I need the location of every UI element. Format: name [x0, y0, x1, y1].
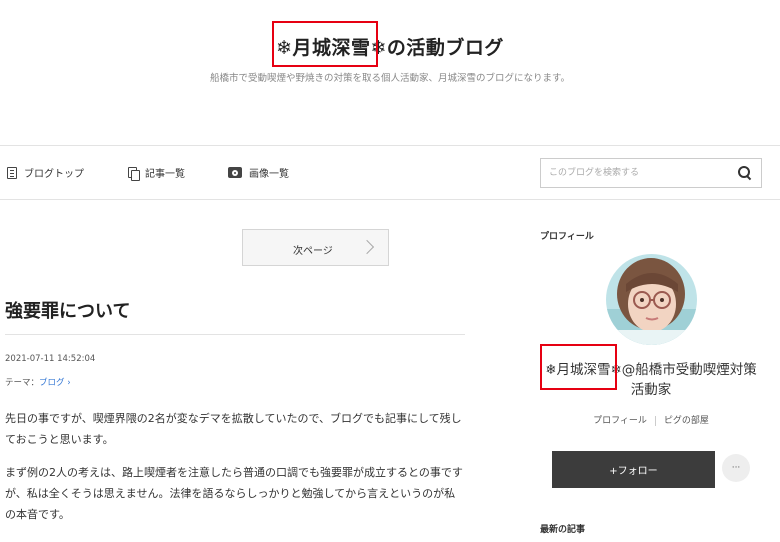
post-body: 先日の事ですが、喫煙界隈の2名が変なデマを拡散していたので、ブログでも記事にして… [5, 408, 465, 537]
nav-image-list-label: 画像一覧 [249, 169, 289, 180]
profile-links: プロフィール ピグの部屋 [540, 413, 762, 426]
more-options-button[interactable]: ··· [722, 454, 750, 482]
list-icon [7, 166, 17, 179]
nav-image-list[interactable]: 画像一覧 [228, 165, 289, 180]
profile-link[interactable]: プロフィール [593, 416, 647, 426]
pig-room-link[interactable]: ピグの部屋 [664, 416, 709, 426]
chevron-right-icon [359, 239, 375, 255]
nav-article-list-label: 記事一覧 [145, 169, 185, 180]
blog-title[interactable]: ❄月城深雪❄の活動ブログ [0, 21, 780, 67]
nav-blog-top-label: ブログトップ [24, 169, 84, 180]
recent-articles-heading: 最新の記事 [540, 525, 586, 535]
copy-icon [128, 166, 140, 181]
search-icon[interactable] [737, 165, 753, 181]
camera-icon [228, 167, 242, 178]
post-theme: テーマ：ブログ › [5, 376, 71, 388]
post-paragraph: まず例の2人の考えは、路上喫煙者を注意したら普通の口調でも強要罪が成立するとの事… [5, 466, 463, 521]
nav-article-list[interactable]: 記事一覧 [128, 165, 185, 181]
blog-header: ❄月城深雪❄の活動ブログ 船橋市で受動喫煙や野焼きの対策を取る個人活動家、月城深… [0, 0, 780, 145]
nav-blog-top[interactable]: ブログトップ [7, 165, 84, 180]
search-input[interactable] [541, 159, 726, 187]
post-paragraph: 先日の事ですが、喫煙界隈の2名が変なデマを拡散していたので、ブログでも記事にして… [5, 412, 462, 446]
next-page-label: 次ページ [293, 246, 333, 257]
profile-heading: プロフィール [540, 232, 594, 242]
next-page-button[interactable]: 次ページ [242, 229, 389, 266]
link-divider [654, 415, 656, 426]
blog-description: 船橋市で受動喫煙や野焼きの対策を取る個人活動家、月城深雪のブログになります。 [209, 73, 571, 84]
post-title[interactable]: 強要罪について [5, 297, 130, 323]
blog-title-suffix: ❄の活動ブログ [370, 37, 504, 59]
profile-name[interactable]: ❄月城深雪❄@船橋市受動喫煙対策活動家 [540, 360, 762, 400]
follow-button[interactable]: +フォロー [552, 451, 715, 488]
blog-title-name: ❄月城深雪 [272, 21, 379, 67]
theme-link[interactable]: ブログ › [39, 378, 71, 388]
title-divider [5, 334, 465, 335]
post-date: 2021-07-11 14:52:04 [5, 354, 96, 364]
avatar-photo [606, 254, 697, 345]
blog-search [540, 158, 762, 188]
avatar[interactable] [606, 254, 697, 345]
global-nav: ブログトップ 記事一覧 画像一覧 [0, 145, 780, 200]
theme-label: テーマ： [5, 378, 40, 388]
